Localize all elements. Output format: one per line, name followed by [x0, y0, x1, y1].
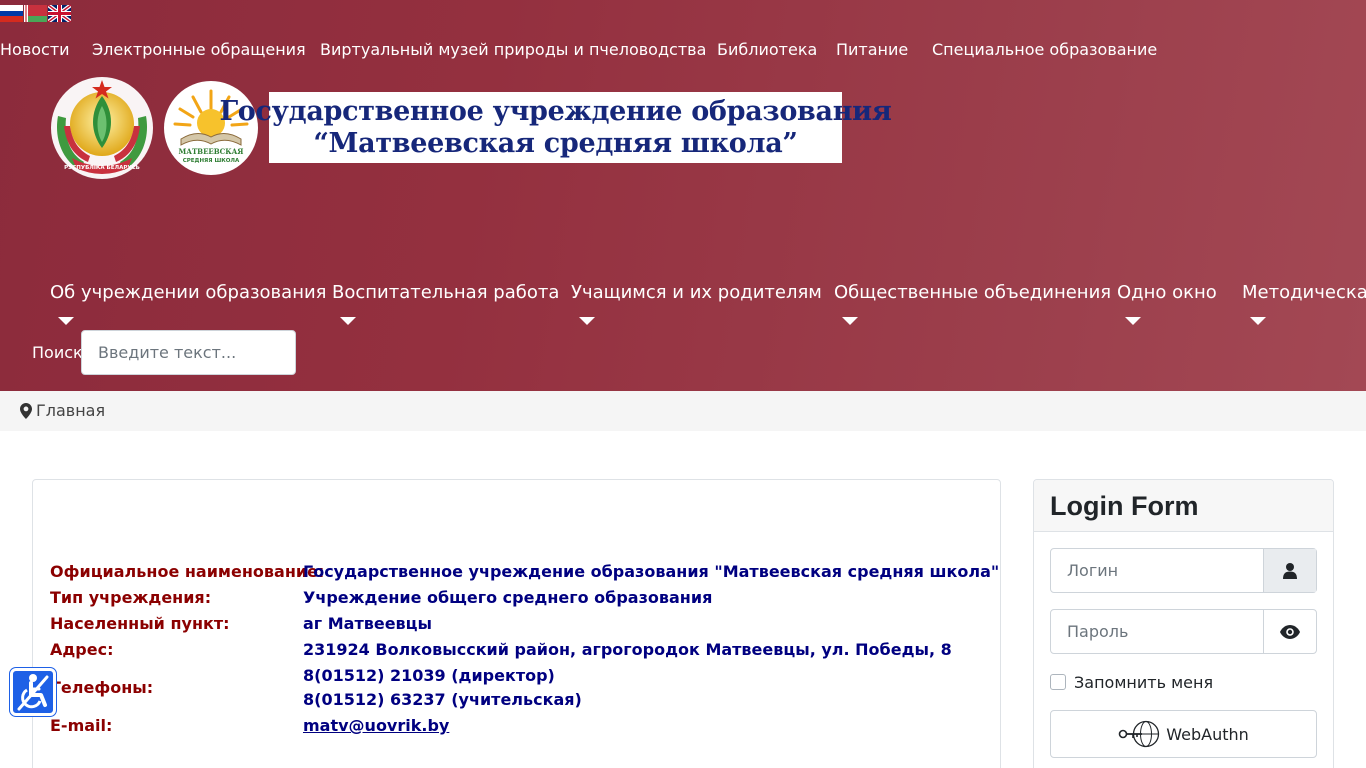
email-link[interactable]: matv@uovrik.by — [303, 716, 449, 735]
remember-me[interactable]: Запомнить меня — [1050, 672, 1213, 692]
language-switcher — [0, 5, 71, 22]
webauthn-button[interactable]: WebAuthn — [1050, 710, 1317, 758]
info-label: Адрес: — [50, 640, 114, 659]
login-form-header: Login Form — [1034, 480, 1333, 532]
info-label: Населенный пункт: — [50, 614, 230, 633]
info-value: аг Матвеевцы — [303, 614, 432, 633]
info-value: matv@uovrik.by — [303, 716, 449, 735]
flag-by-icon[interactable] — [24, 5, 47, 22]
state-emblem-icon: РЭСПУБЛІКА БЕЛАРУСЬ — [51, 77, 153, 179]
chevron-down-icon[interactable] — [842, 317, 858, 325]
info-value: 8(01512) 63237 (учительская) — [303, 690, 582, 709]
site-header: Новости Электронные обращения Виртуальны… — [0, 0, 1366, 391]
info-value: Государственное учреждение образования "… — [303, 562, 1000, 581]
breadcrumb-home[interactable]: Главная — [36, 401, 105, 421]
topnav-library[interactable]: Библиотека — [717, 39, 817, 61]
banner-line-2: “Матвеевская средняя школа” — [313, 127, 798, 159]
info-label: Официальное наименование: — [50, 562, 325, 581]
menu-about[interactable]: Об учреждении образования — [50, 281, 327, 331]
search-input[interactable] — [81, 330, 296, 375]
top-navigation: Новости Электронные обращения Виртуальны… — [0, 39, 1366, 61]
username-field — [1050, 548, 1317, 593]
map-marker-icon — [20, 403, 32, 419]
breadcrumb: Главная — [0, 391, 1366, 431]
menu-one-window[interactable]: Одно окно — [1117, 281, 1217, 331]
topnav-virtual-museum[interactable]: Виртуальный музей природы и пчеловодства — [320, 39, 706, 61]
topnav-e-appeals[interactable]: Электронные обращения — [92, 39, 306, 61]
main-menu: Об учреждении образования Воспитательная… — [0, 281, 1366, 331]
school-logo-text-2: СРЕДНЯЯ ШКОЛА — [183, 158, 240, 164]
accessibility-button[interactable] — [10, 668, 56, 716]
login-form: Login Form Запомнить меня WebAuthn — [1033, 479, 1334, 768]
menu-about-label: Об учреждении образования — [50, 282, 327, 303]
topnav-food[interactable]: Питание — [836, 39, 908, 61]
chevron-down-icon[interactable] — [579, 317, 595, 325]
login-form-title: Login Form — [1050, 491, 1199, 521]
info-value: Учреждение общего среднего образования — [303, 588, 713, 607]
menu-methodical-label: Методическая — [1242, 282, 1366, 303]
user-icon — [1263, 549, 1316, 592]
menu-one-window-label: Одно окно — [1117, 282, 1217, 303]
flag-ru-icon[interactable] — [0, 5, 23, 22]
school-info-card: Официальное наименование: Государственно… — [32, 479, 1001, 768]
chevron-down-icon[interactable] — [58, 317, 74, 325]
menu-public-associations-label: Общественные объединения — [834, 282, 1112, 303]
password-field — [1050, 609, 1317, 654]
info-label: E-mail: — [50, 716, 113, 735]
remember-me-checkbox[interactable] — [1050, 674, 1066, 690]
webauthn-label: WebAuthn — [1166, 724, 1249, 744]
password-input[interactable] — [1051, 610, 1264, 653]
info-label: Тип учреждения: — [50, 588, 212, 607]
search-label: Поиск — [32, 343, 83, 362]
banner-line-1: Государственное учреждение образования — [219, 95, 892, 127]
menu-students-parents[interactable]: Учащимся и их родителям — [571, 281, 822, 331]
emblem-ribbon-text: РЭСПУБЛІКА БЕЛАРУСЬ — [64, 165, 140, 171]
topnav-news[interactable]: Новости — [0, 39, 70, 61]
remember-me-label: Запомнить меня — [1074, 672, 1214, 692]
chevron-down-icon[interactable] — [1125, 317, 1141, 325]
info-value: 8(01512) 21039 (директор) — [303, 666, 555, 685]
menu-public-associations[interactable]: Общественные объединения — [834, 281, 1111, 331]
menu-methodical[interactable]: Методическая — [1242, 281, 1366, 331]
wheelchair-icon — [17, 674, 49, 711]
menu-education-work-label: Воспитательная работа — [332, 282, 560, 303]
school-logo-text-1: МАТВЕЕВСКАЯ — [179, 147, 244, 156]
chevron-down-icon[interactable] — [1250, 317, 1266, 325]
eye-icon[interactable] — [1263, 610, 1316, 653]
school-name-banner: Государственное учреждение образования “… — [219, 92, 892, 163]
menu-education-work[interactable]: Воспитательная работа — [332, 281, 559, 331]
flag-gb-icon[interactable] — [48, 5, 71, 22]
menu-students-parents-label: Учащимся и их родителям — [571, 282, 822, 303]
topnav-special-education[interactable]: Специальное образование — [932, 39, 1157, 61]
info-value: 231924 Волковысский район, агрогородок М… — [303, 640, 952, 659]
username-input[interactable] — [1051, 549, 1264, 592]
info-label: Телефоны: — [50, 678, 154, 697]
chevron-down-icon[interactable] — [340, 317, 356, 325]
passkey-icon — [1118, 720, 1160, 748]
